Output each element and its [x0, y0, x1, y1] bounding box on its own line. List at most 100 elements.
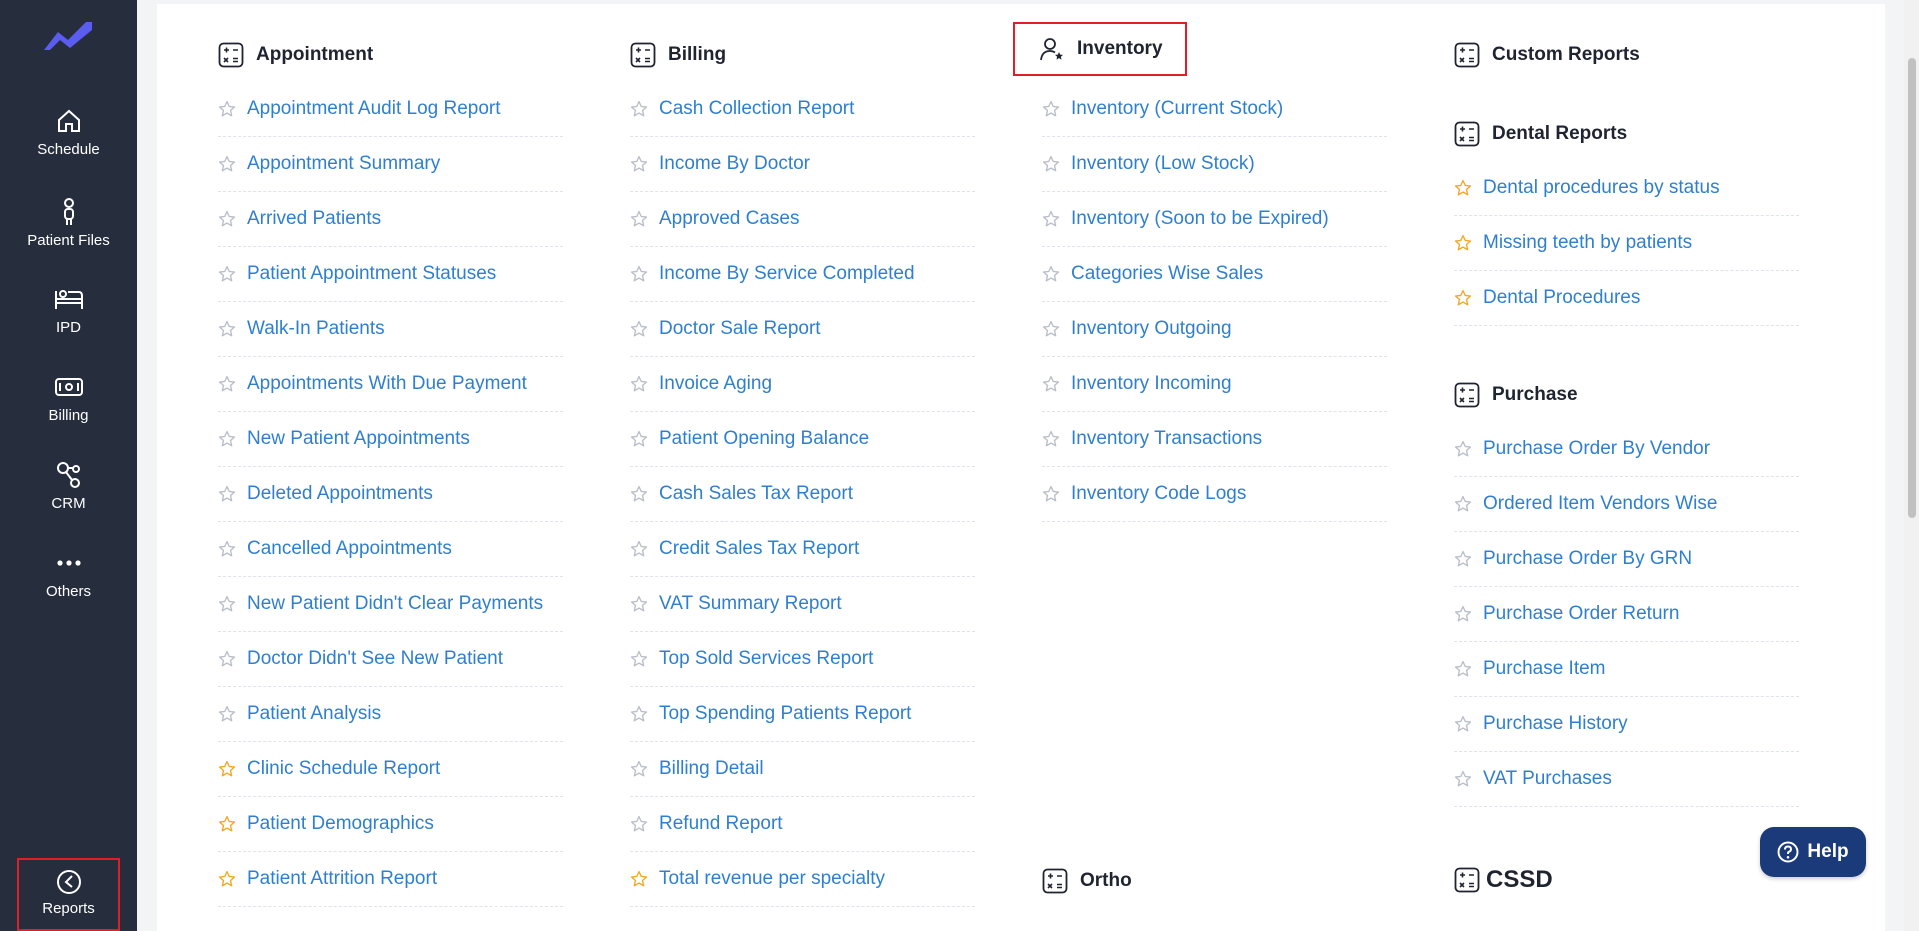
star-icon[interactable] [218, 375, 236, 393]
star-icon[interactable] [1042, 485, 1060, 503]
star-filled-icon[interactable] [218, 760, 236, 778]
report-link[interactable]: Approved Cases [659, 208, 799, 230]
help-button[interactable]: Help [1760, 827, 1866, 877]
star-icon[interactable] [1042, 265, 1060, 283]
star-icon[interactable] [1454, 550, 1472, 568]
page-scrollbar[interactable] [1904, 0, 1919, 931]
report-item[interactable]: Credit Sales Tax Report [630, 522, 975, 577]
star-icon[interactable] [1454, 440, 1472, 458]
nav-patient-files[interactable]: Patient Files [0, 196, 137, 276]
report-link[interactable]: Appointments With Due Payment [247, 373, 527, 395]
report-item[interactable]: New Patient Didn't Clear Payments [218, 577, 563, 632]
report-item[interactable]: Dental Procedures [1454, 271, 1799, 326]
star-icon[interactable] [630, 155, 648, 173]
report-link[interactable]: Inventory (Soon to be Expired) [1071, 208, 1329, 230]
report-link[interactable]: Inventory Incoming [1071, 373, 1232, 395]
report-item[interactable]: Purchase Order By GRN [1454, 532, 1799, 587]
report-link[interactable]: Cash Collection Report [659, 98, 854, 120]
report-item[interactable]: Inventory Code Logs [1042, 467, 1387, 522]
report-link[interactable]: Missing teeth by patients [1483, 232, 1692, 254]
report-link[interactable]: Doctor Sale Report [659, 318, 821, 340]
report-item[interactable]: New Patient Appointments [218, 412, 563, 467]
report-item[interactable]: Appointment Audit Log Report [218, 82, 563, 137]
report-item[interactable]: Purchase Order By Vendor [1454, 422, 1799, 477]
nav-schedule[interactable]: Schedule [0, 105, 137, 185]
report-item[interactable]: Approved Cases [630, 192, 975, 247]
report-item[interactable]: Inventory (Current Stock) [1042, 82, 1387, 137]
star-icon[interactable] [218, 100, 236, 118]
report-item[interactable]: Categories Wise Sales [1042, 247, 1387, 302]
report-link[interactable]: Ordered Item Vendors Wise [1483, 493, 1717, 515]
report-link[interactable]: Patient Analysis [247, 703, 381, 725]
scrollbar-thumb[interactable] [1908, 58, 1916, 518]
star-icon[interactable] [1042, 430, 1060, 448]
report-link[interactable]: Patient Opening Balance [659, 428, 869, 450]
report-item[interactable]: Patient Opening Balance [630, 412, 975, 467]
star-icon[interactable] [218, 320, 236, 338]
nav-crm[interactable]: CRM [0, 459, 137, 539]
star-icon[interactable] [218, 430, 236, 448]
report-item[interactable]: Clinic Schedule Report [218, 742, 563, 797]
report-item[interactable]: VAT Summary Report [630, 577, 975, 632]
star-icon[interactable] [1454, 715, 1472, 733]
report-item[interactable]: Dental procedures by status [1454, 161, 1799, 216]
report-item[interactable]: Refund Report [630, 797, 975, 852]
report-item[interactable]: Purchase Item [1454, 642, 1799, 697]
star-filled-icon[interactable] [1454, 234, 1472, 252]
report-link[interactable]: Purchase History [1483, 713, 1628, 735]
report-link[interactable]: Refund Report [659, 813, 783, 835]
report-link[interactable]: Top Spending Patients Report [659, 703, 911, 725]
report-link[interactable]: Dental procedures by status [1483, 177, 1720, 199]
star-icon[interactable] [1042, 375, 1060, 393]
report-item[interactable]: Arrived Patients [218, 192, 563, 247]
star-icon[interactable] [630, 815, 648, 833]
star-icon[interactable] [1042, 320, 1060, 338]
star-icon[interactable] [1454, 495, 1472, 513]
nav-others[interactable]: Others [0, 547, 137, 627]
report-link[interactable]: VAT Purchases [1483, 768, 1612, 790]
star-icon[interactable] [218, 650, 236, 668]
report-link[interactable]: Income By Service Completed [659, 263, 915, 285]
report-link[interactable]: Categories Wise Sales [1071, 263, 1263, 285]
star-icon[interactable] [630, 650, 648, 668]
report-item[interactable]: Cash Collection Report [630, 82, 975, 137]
star-filled-icon[interactable] [630, 870, 648, 888]
report-link[interactable]: Inventory (Current Stock) [1071, 98, 1283, 120]
report-link[interactable]: VAT Summary Report [659, 593, 842, 615]
star-icon[interactable] [630, 540, 648, 558]
report-item[interactable]: Inventory Transactions [1042, 412, 1387, 467]
report-link[interactable]: Inventory Code Logs [1071, 483, 1246, 505]
report-item[interactable]: VAT Purchases [1454, 752, 1799, 807]
report-link[interactable]: Invoice Aging [659, 373, 772, 395]
report-item[interactable]: Inventory (Low Stock) [1042, 137, 1387, 192]
star-icon[interactable] [218, 265, 236, 283]
star-icon[interactable] [1454, 660, 1472, 678]
report-link[interactable]: Deleted Appointments [247, 483, 433, 505]
report-link[interactable]: Walk-In Patients [247, 318, 385, 340]
star-icon[interactable] [630, 705, 648, 723]
report-item[interactable]: Doctor Didn't See New Patient [218, 632, 563, 687]
report-link[interactable]: Income By Doctor [659, 153, 810, 175]
star-icon[interactable] [218, 540, 236, 558]
report-link[interactable]: Inventory Outgoing [1071, 318, 1232, 340]
report-item[interactable]: Walk-In Patients [218, 302, 563, 357]
report-item[interactable]: Appointments With Due Payment [218, 357, 563, 412]
star-icon[interactable] [1042, 210, 1060, 228]
report-item[interactable]: Inventory (Soon to be Expired) [1042, 192, 1387, 247]
report-item[interactable]: Inventory Outgoing [1042, 302, 1387, 357]
report-link[interactable]: Patient Attrition Report [247, 868, 437, 890]
report-item[interactable]: Invoice Aging [630, 357, 975, 412]
star-icon[interactable] [218, 210, 236, 228]
report-item[interactable]: Income By Doctor [630, 137, 975, 192]
report-link[interactable]: Top Sold Services Report [659, 648, 873, 670]
star-filled-icon[interactable] [218, 870, 236, 888]
report-link[interactable]: Appointment Audit Log Report [247, 98, 501, 120]
section-inventory[interactable]: Inventory [1013, 22, 1187, 76]
report-item[interactable]: Missing teeth by patients [1454, 216, 1799, 271]
report-link[interactable]: New Patient Appointments [247, 428, 470, 450]
star-icon[interactable] [630, 595, 648, 613]
star-icon[interactable] [630, 760, 648, 778]
report-item[interactable]: Patient Demographics [218, 797, 563, 852]
report-item[interactable]: Income By Service Completed [630, 247, 975, 302]
star-icon[interactable] [630, 100, 648, 118]
